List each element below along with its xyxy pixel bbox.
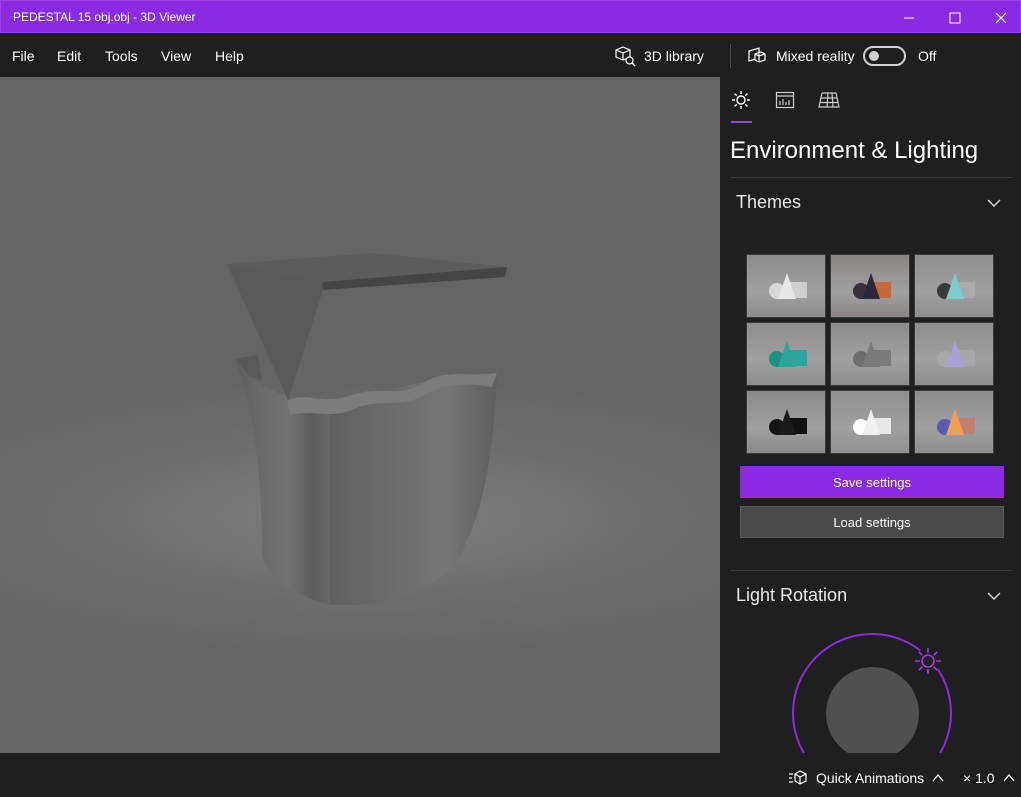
- mixed-reality-label: Mixed reality: [776, 48, 855, 64]
- quick-animations-button[interactable]: Quick Animations: [788, 768, 944, 788]
- theme-option[interactable]: [746, 322, 826, 386]
- tab-lighting[interactable]: [730, 89, 752, 111]
- menu-edit[interactable]: Edit: [57, 48, 81, 64]
- 3d-viewport[interactable]: [0, 77, 720, 753]
- theme-option[interactable]: [914, 390, 994, 454]
- theme-preview: [853, 409, 891, 435]
- minimize-icon: [904, 17, 914, 18]
- 3d-library-button[interactable]: 3D library: [614, 44, 704, 68]
- theme-option[interactable]: [914, 322, 994, 386]
- quick-animations-label: Quick Animations: [816, 770, 925, 786]
- tab-grid[interactable]: [818, 89, 840, 111]
- chevron-down-icon[interactable]: [986, 588, 1002, 604]
- chevron-up-icon: [1003, 773, 1015, 782]
- 3d-library-label: 3D library: [644, 48, 704, 64]
- toolbar-divider: [730, 44, 731, 68]
- active-tab-indicator: [731, 121, 752, 123]
- cube-search-icon: [615, 46, 636, 67]
- maximize-button[interactable]: [932, 1, 978, 34]
- save-settings-button[interactable]: Save settings: [740, 466, 1004, 498]
- mixed-reality-toggle[interactable]: [863, 46, 906, 66]
- chevron-down-icon[interactable]: [986, 195, 1002, 211]
- menu-file[interactable]: File: [12, 48, 35, 64]
- theme-preview: [769, 273, 807, 299]
- theme-option[interactable]: [914, 254, 994, 318]
- themes-header[interactable]: Themes: [736, 192, 801, 213]
- title-bar: PEDESTAL 15 obj.obj - 3D Viewer: [0, 0, 1021, 33]
- mixed-reality-button[interactable]: Mixed reality: [746, 44, 855, 68]
- theme-option[interactable]: [830, 322, 910, 386]
- load-settings-button[interactable]: Load settings: [740, 506, 1004, 538]
- theme-option[interactable]: [830, 390, 910, 454]
- stats-icon: [775, 91, 795, 109]
- 3d-model[interactable]: [0, 77, 720, 753]
- theme-option[interactable]: [830, 254, 910, 318]
- divider: [730, 570, 1012, 571]
- light-rotation-header[interactable]: Light Rotation: [736, 585, 847, 606]
- theme-preview: [769, 409, 807, 435]
- theme-preview: [937, 273, 975, 299]
- animation-icon: [789, 770, 807, 785]
- theme-preview: [937, 341, 975, 367]
- theme-option[interactable]: [746, 254, 826, 318]
- theme-preview: [853, 341, 891, 367]
- maximize-icon: [949, 12, 961, 23]
- divider: [730, 177, 1012, 178]
- toggle-knob: [869, 51, 879, 61]
- minimize-button[interactable]: [886, 1, 932, 34]
- grid-icon: [818, 92, 840, 108]
- light-handle-sun-icon[interactable]: [912, 645, 944, 677]
- chevron-up-icon: [932, 773, 944, 782]
- menu-view[interactable]: View: [161, 48, 191, 64]
- close-icon: [995, 12, 1007, 23]
- menu-help[interactable]: Help: [215, 48, 244, 64]
- panel-title: Environment & Lighting: [730, 137, 979, 164]
- theme-option[interactable]: [746, 390, 826, 454]
- close-button[interactable]: [978, 1, 1021, 34]
- theme-preview: [937, 409, 975, 435]
- speed-label: × 1.0: [963, 770, 995, 786]
- tab-stats[interactable]: [774, 89, 796, 111]
- theme-preview: [769, 341, 807, 367]
- speed-control[interactable]: × 1.0: [963, 768, 1015, 788]
- theme-preview: [853, 273, 891, 299]
- menu-tools[interactable]: Tools: [105, 48, 138, 64]
- mixed-reality-icon: [748, 47, 766, 63]
- sun-icon: [732, 91, 750, 109]
- mixed-reality-state: Off: [918, 48, 937, 64]
- light-preview-sphere: [826, 667, 919, 760]
- window-title: PEDESTAL 15 obj.obj - 3D Viewer: [13, 10, 196, 24]
